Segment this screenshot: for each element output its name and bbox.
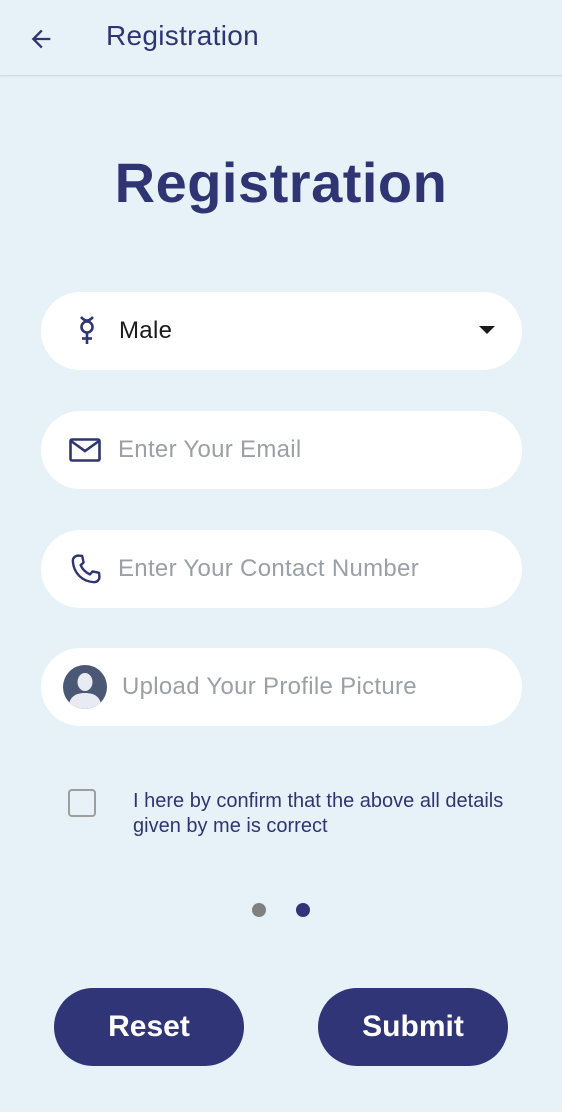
gender-selected-value: Male [119,317,173,344]
pager-dot-active[interactable] [296,903,310,917]
avatar-icon [63,648,107,726]
app-bar: Registration [0,0,562,76]
confirm-checkbox[interactable] [68,789,96,817]
confirm-text: I here by confirm that the above all det… [133,790,504,837]
email-field[interactable]: Enter Your Email [41,411,522,489]
contact-number-placeholder: Enter Your Contact Number [118,555,419,582]
pager-dot[interactable] [252,903,266,917]
reset-button[interactable]: Reset [54,988,244,1066]
phone-icon [69,530,103,608]
profile-picture-placeholder: Upload Your Profile Picture [122,673,417,700]
email-placeholder: Enter Your Email [118,436,302,463]
submit-button[interactable]: Submit [318,988,508,1066]
page-title: Registration [114,151,448,214]
contact-number-field[interactable]: Enter Your Contact Number [41,530,522,608]
gender-icon [75,292,99,370]
arrow-left-icon [31,29,51,49]
mail-icon [69,411,101,489]
app-bar-title: Registration [106,20,260,51]
gender-dropdown[interactable]: Male [41,292,522,370]
back-button[interactable] [20,18,62,60]
profile-picture-upload[interactable]: Upload Your Profile Picture [41,648,522,726]
dropdown-arrow-icon[interactable] [479,326,495,334]
